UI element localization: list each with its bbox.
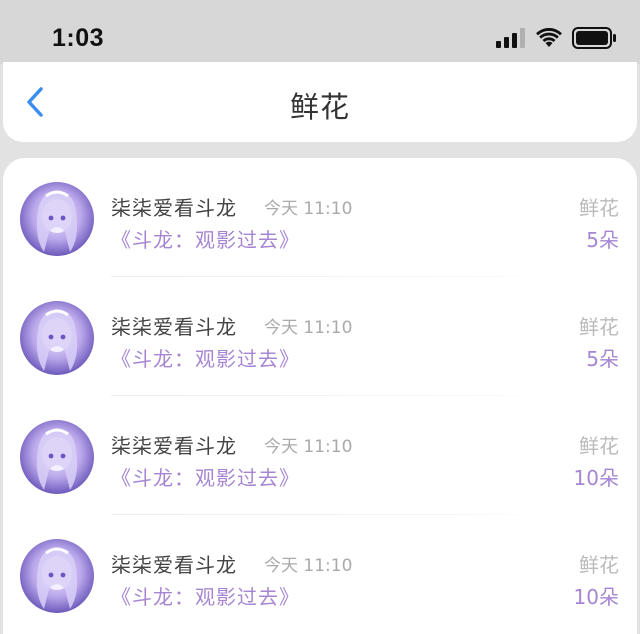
novel-title-link[interactable]: 《斗龙：观影过去》 bbox=[111, 224, 300, 253]
novel-title-link[interactable]: 《斗龙：观影过去》 bbox=[111, 581, 300, 610]
signal-icon bbox=[496, 28, 525, 48]
gift-type: 鲜花 bbox=[579, 553, 619, 577]
avatar[interactable] bbox=[20, 301, 94, 375]
timestamp: 今天 11:10 bbox=[264, 437, 353, 457]
timestamp: 今天 11:10 bbox=[264, 556, 353, 576]
list-item[interactable]: 柒柒爱看斗龙 今天 11:10 《斗龙：观影过去》 鲜花 10朵 bbox=[3, 396, 637, 515]
list-item[interactable]: 柒柒爱看斗龙 今天 11:10 《斗龙：观影过去》 鲜花 5朵 bbox=[3, 158, 637, 277]
status-icons bbox=[496, 26, 616, 50]
gift-count: 10朵 bbox=[573, 466, 619, 490]
avatar[interactable] bbox=[20, 539, 94, 613]
novel-title-link[interactable]: 《斗龙：观影过去》 bbox=[111, 462, 300, 491]
timestamp: 今天 11:10 bbox=[264, 199, 353, 219]
novel-title-link[interactable]: 《斗龙：观影过去》 bbox=[111, 343, 300, 372]
flower-list: 柒柒爱看斗龙 今天 11:10 《斗龙：观影过去》 鲜花 5朵 柒柒爱看斗龙 今… bbox=[3, 158, 637, 634]
page-title: 鲜花 bbox=[289, 90, 350, 124]
list-item[interactable]: 柒柒爱看斗龙 今天 11:10 《斗龙：观影过去》 鲜花 10朵 bbox=[3, 515, 637, 634]
gift-type: 鲜花 bbox=[579, 196, 619, 220]
avatar[interactable] bbox=[20, 420, 94, 494]
gift-count: 5朵 bbox=[586, 228, 619, 252]
user-name: 柒柒爱看斗龙 bbox=[111, 434, 237, 458]
timestamp: 今天 11:10 bbox=[264, 318, 353, 338]
gift-type: 鲜花 bbox=[579, 315, 619, 339]
avatar[interactable] bbox=[20, 182, 94, 256]
list-item[interactable]: 柒柒爱看斗龙 今天 11:10 《斗龙：观影过去》 鲜花 5朵 bbox=[3, 277, 637, 396]
status-time: 1:03 bbox=[52, 24, 105, 52]
status-bar: 1:03 bbox=[0, 0, 640, 64]
gift-count: 5朵 bbox=[586, 347, 619, 371]
nav-bar: 鲜花 bbox=[3, 62, 637, 142]
user-name: 柒柒爱看斗龙 bbox=[111, 196, 237, 220]
user-name: 柒柒爱看斗龙 bbox=[111, 315, 237, 339]
gift-type: 鲜花 bbox=[579, 434, 619, 458]
wifi-icon bbox=[536, 28, 562, 47]
gift-count: 10朵 bbox=[573, 585, 619, 609]
user-name: 柒柒爱看斗龙 bbox=[111, 553, 237, 577]
battery-icon bbox=[572, 27, 616, 49]
